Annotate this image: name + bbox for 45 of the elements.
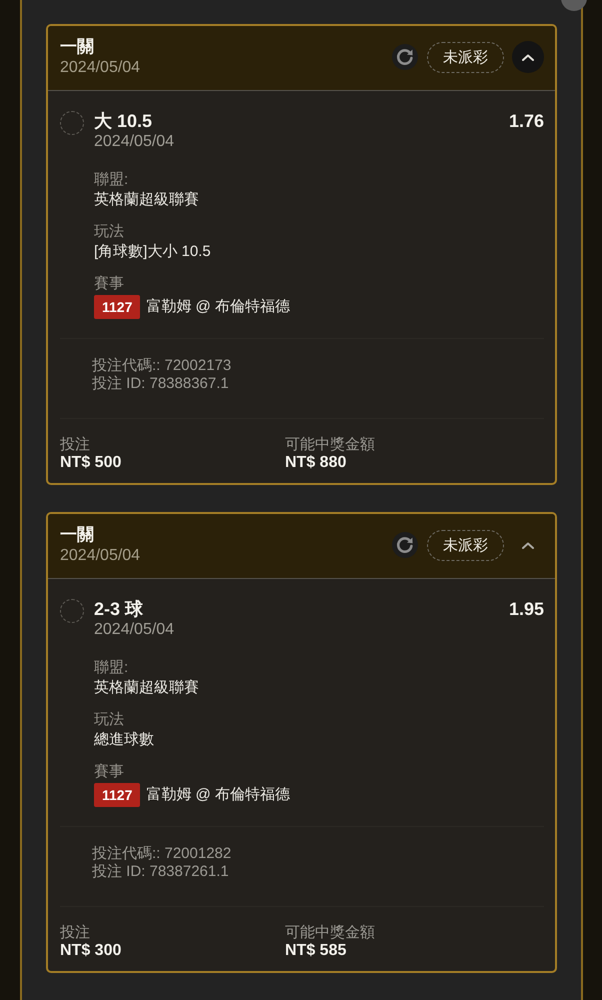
detail-value: 英格蘭超級聯賽: [94, 190, 199, 210]
match-teams: 富勒姆 @ 布倫特福德: [146, 297, 290, 317]
card-date: 2024/05/04: [60, 58, 142, 78]
payout-label: 可能中獎金額: [285, 436, 375, 454]
detail-label: 玩法: [94, 222, 124, 242]
selection-name: 2-3 球: [94, 598, 144, 620]
card-date: 2024/05/04: [60, 546, 142, 566]
stake-label: 投注: [60, 436, 90, 454]
refresh-icon[interactable]: [392, 44, 418, 70]
payout-amount: NT$ 880: [285, 454, 346, 472]
detail-label: 賽事: [94, 274, 124, 294]
bet-id: 投注 ID: 78387261.1: [92, 863, 229, 881]
chevron-up-icon: [522, 542, 534, 548]
selection-date: 2024/05/04: [94, 132, 176, 152]
payout-label: 可能中獎金額: [285, 924, 375, 942]
card-title: 一關: [60, 524, 95, 546]
bet-code: 投注代碼:: 72002173: [92, 357, 232, 375]
status-pill: 未派彩: [427, 42, 504, 72]
bet-id: 投注 ID: 78388367.1: [92, 375, 229, 393]
status-pill: 未派彩: [427, 530, 504, 560]
stake-label: 投注: [60, 924, 90, 942]
detail-label: 玩法: [94, 710, 124, 730]
refresh-icon[interactable]: [392, 532, 418, 558]
card-title: 一關: [60, 36, 95, 58]
radio-button[interactable]: [60, 599, 84, 623]
detail-label: 聯盟:: [94, 658, 128, 678]
detail-label: 聯盟:: [94, 170, 128, 190]
match-number-tag: 1127: [94, 783, 140, 807]
payout-amount: NT$ 585: [285, 942, 346, 960]
detail-value: [角球數]大小 10.5: [94, 242, 211, 262]
stake-amount: NT$ 500: [60, 454, 122, 472]
detail-value: 英格蘭超級聯賽: [94, 678, 199, 698]
bet-code: 投注代碼:: 72001282: [92, 845, 232, 863]
collapse-button[interactable]: [512, 41, 544, 73]
odds-value: 1.95: [508, 598, 544, 620]
match-number-tag: 1127: [94, 295, 140, 319]
detail-value: 總進球數: [94, 730, 154, 750]
detail-label: 賽事: [94, 762, 124, 782]
odds-value: 1.76: [508, 110, 544, 132]
chevron-up-icon: [522, 54, 534, 60]
stake-amount: NT$ 300: [60, 942, 122, 960]
match-teams: 富勒姆 @ 布倫特福德: [146, 785, 290, 805]
radio-button[interactable]: [60, 111, 84, 135]
selection-name: 大 10.5: [94, 110, 154, 132]
selection-date: 2024/05/04: [94, 620, 176, 640]
